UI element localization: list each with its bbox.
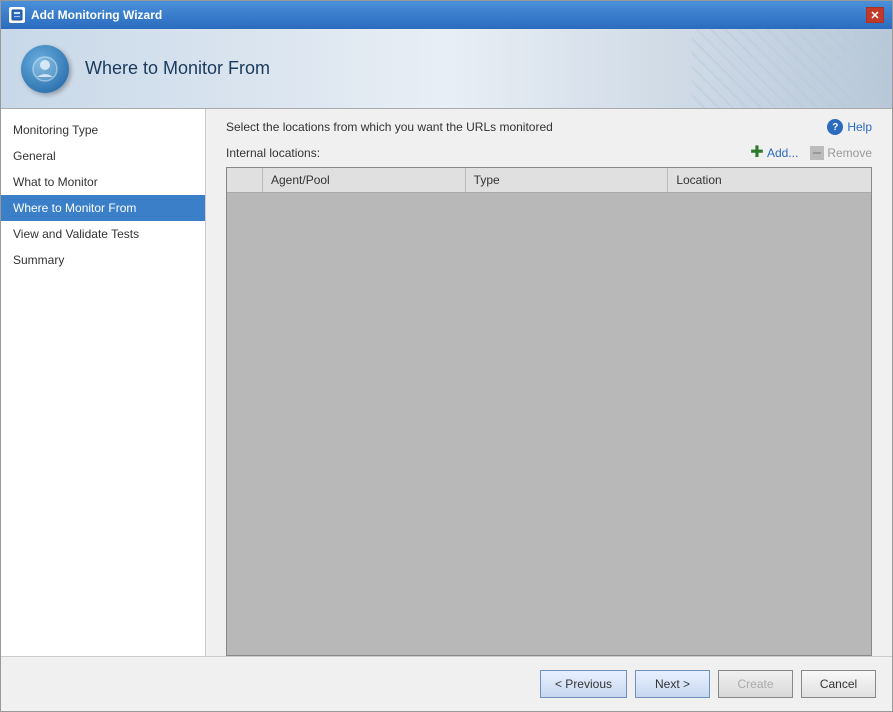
table-col-agent-pool: Agent/Pool bbox=[263, 168, 466, 192]
cancel-button[interactable]: Cancel bbox=[801, 670, 876, 698]
internal-locations-label: Internal locations: bbox=[226, 146, 320, 160]
header-title: Where to Monitor From bbox=[85, 58, 270, 79]
sidebar-item-summary[interactable]: Summary bbox=[1, 247, 205, 273]
add-icon: ✚ bbox=[749, 145, 765, 161]
bottom-bar: < Previous Next > Create Cancel bbox=[1, 656, 892, 711]
remove-button[interactable]: Remove bbox=[810, 146, 872, 160]
table-col-checkbox bbox=[227, 168, 263, 192]
add-button[interactable]: ✚ Add... bbox=[749, 145, 798, 161]
next-button[interactable]: Next > bbox=[635, 670, 710, 698]
sidebar-item-where-to-monitor[interactable]: Where to Monitor From bbox=[1, 195, 205, 221]
instruction-text: Select the locations from which you want… bbox=[226, 120, 553, 134]
table-col-type: Type bbox=[466, 168, 669, 192]
sidebar-item-view-validate[interactable]: View and Validate Tests bbox=[1, 221, 205, 247]
table-header: Agent/Pool Type Location bbox=[227, 168, 871, 193]
table-body bbox=[227, 193, 871, 655]
wizard-window: Add Monitoring Wizard ✕ Where to Monitor… bbox=[0, 0, 893, 712]
title-bar: Add Monitoring Wizard ✕ bbox=[1, 1, 892, 29]
remove-icon bbox=[810, 146, 824, 160]
wizard-body: Monitoring Type General What to Monitor … bbox=[1, 109, 892, 656]
previous-button[interactable]: < Previous bbox=[540, 670, 627, 698]
table-col-location: Location bbox=[668, 168, 871, 192]
close-button[interactable]: ✕ bbox=[866, 7, 884, 23]
header-icon bbox=[21, 45, 69, 93]
wizard-content: Select the locations from which you want… bbox=[206, 109, 892, 656]
table-actions: ✚ Add... Remove bbox=[749, 145, 872, 161]
wizard-header: Where to Monitor From bbox=[1, 29, 892, 109]
sidebar-item-general[interactable]: General bbox=[1, 143, 205, 169]
sidebar-item-monitoring-type[interactable]: Monitoring Type bbox=[1, 117, 205, 143]
sidebar-item-what-to-monitor[interactable]: What to Monitor bbox=[1, 169, 205, 195]
window-title: Add Monitoring Wizard bbox=[31, 8, 162, 22]
create-button[interactable]: Create bbox=[718, 670, 793, 698]
sidebar: Monitoring Type General What to Monitor … bbox=[1, 109, 206, 656]
title-bar-icon bbox=[9, 7, 25, 23]
help-link[interactable]: ? Help bbox=[827, 119, 872, 135]
content-header: Select the locations from which you want… bbox=[206, 109, 892, 145]
internal-locations-section: Internal locations: ✚ Add... Remove bbox=[206, 145, 892, 167]
help-icon: ? bbox=[827, 119, 843, 135]
data-table: Agent/Pool Type Location bbox=[226, 167, 872, 656]
